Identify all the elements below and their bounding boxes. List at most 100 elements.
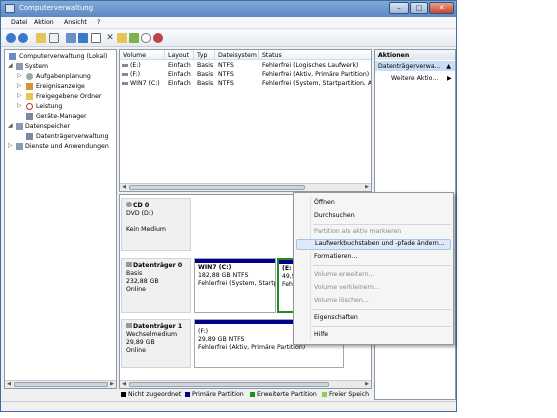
cd-drive-icon [126, 202, 132, 207]
tree-item-label: Datenspeicher [25, 123, 71, 130]
partition-name: WIN7 (C:) [198, 264, 232, 271]
disk-label[interactable]: Datenträger 0 Basis 232,88 GB Online [121, 258, 191, 313]
disk-icon [126, 262, 132, 267]
menu-item-format[interactable]: Formatieren... [314, 253, 357, 260]
scroll-thumb[interactable] [14, 382, 108, 387]
search-icon[interactable] [141, 33, 151, 43]
tree-horizontal-scrollbar[interactable]: ◀ ▶ [5, 380, 116, 388]
menu-item-delete-volume[interactable]: Volume löschen... [314, 297, 369, 304]
drive-icon [122, 82, 128, 85]
collapse-icon[interactable]: ◢ [8, 122, 13, 129]
scroll-thumb[interactable] [129, 382, 329, 387]
menu-action[interactable]: Aktion [34, 19, 54, 26]
menu-item-help[interactable]: Hilfe [314, 331, 328, 338]
scroll-left-icon[interactable]: ◀ [5, 381, 13, 388]
forward-arrow-icon[interactable] [18, 33, 28, 43]
tree-item-label: Dienste und Anwendungen [25, 143, 109, 150]
title-bar[interactable]: Computerverwaltung – □ ✕ [1, 1, 456, 17]
more-actions-label: Weitere Aktio... [391, 75, 439, 82]
tree-item-label: Leistung [36, 103, 63, 110]
menu-item-properties[interactable]: Eigenschaften [314, 314, 358, 321]
actions-section-disk-management[interactable]: Datenträgerverwa... ▲ [375, 61, 455, 71]
manage-icon[interactable] [153, 33, 163, 43]
partition-status: Fehlerfrei (Aktiv, Primäre Partition) [198, 344, 306, 351]
disk-label[interactable]: CD 0 DVD (D:) Kein Medium [121, 198, 191, 251]
actions-section-label: Datenträgerverwa... [378, 63, 441, 70]
removable-disk-icon [126, 323, 132, 328]
legend-swatch [121, 392, 126, 397]
menu-item-shrink-volume[interactable]: Volume verkleinern... [314, 284, 380, 291]
context-menu: Öffnen Durchsuchen Partition als aktiv m… [293, 192, 454, 345]
legend-label: Primäre Partition [192, 391, 244, 398]
up-folder-icon[interactable] [36, 33, 46, 43]
scroll-thumb[interactable] [129, 185, 305, 190]
scroll-right-icon[interactable]: ▶ [363, 381, 371, 388]
menu-separator [313, 309, 451, 310]
menu-item-open[interactable]: Öffnen [314, 199, 335, 206]
menu-file[interactable]: Datei [11, 19, 28, 26]
volume-name: (F:) [130, 71, 140, 78]
partition-c[interactable]: WIN7 (C:) 182,88 GB NTFS Fehlerfrei (Sys… [194, 258, 276, 313]
tree-item-label: Aufgabenplanung [36, 73, 91, 80]
disk-label[interactable]: Datenträger 1 Wechselmedium 29,89 GB Onl… [121, 319, 191, 368]
disk-status: Kein Medium [126, 226, 166, 233]
legend-swatch [185, 392, 190, 397]
disk-map-horizontal-scrollbar[interactable]: ◀ ▶ [120, 380, 371, 388]
shared-folder-icon [26, 93, 33, 100]
volume-filesystem: NTFS [218, 71, 234, 78]
expand-icon[interactable]: ▷ [17, 82, 22, 89]
volume-list-horizontal-scrollbar[interactable]: ◀ ▶ [120, 183, 371, 191]
partition-size: 182,88 GB NTFS [198, 272, 249, 279]
menu-view[interactable]: Ansicht [64, 19, 87, 26]
column-header-type[interactable]: Typ [194, 50, 215, 60]
minimize-button[interactable]: – [389, 2, 409, 14]
scroll-right-icon[interactable]: ▶ [363, 184, 371, 191]
clock-icon [26, 73, 33, 80]
scroll-left-icon[interactable]: ◀ [120, 184, 128, 191]
menu-item-extend-volume[interactable]: Volume erweitern... [314, 271, 374, 278]
scroll-left-icon[interactable]: ◀ [120, 381, 128, 388]
column-header-filesystem[interactable]: Dateisystem [215, 50, 259, 60]
partition-type-bar [195, 259, 275, 263]
menu-item-explore[interactable]: Durchsuchen [314, 212, 355, 219]
toolbar: ✕ [1, 30, 456, 47]
drive-icon [122, 64, 128, 67]
volume-type: Basis [197, 80, 214, 87]
open-folder-icon[interactable] [117, 33, 127, 43]
scroll-right-icon[interactable]: ▶ [108, 381, 116, 388]
collapse-icon[interactable]: ◢ [8, 62, 13, 69]
expand-icon[interactable]: ▷ [17, 92, 22, 99]
volume-filesystem: NTFS [218, 62, 234, 69]
column-header-layout[interactable]: Layout [165, 50, 194, 60]
check-icon[interactable] [129, 33, 139, 43]
navigation-tree: Computerverwaltung (Lokal) ◢ System ▷ Au… [4, 49, 117, 389]
help-icon[interactable] [78, 33, 88, 43]
column-header-volume[interactable]: Volume [120, 50, 165, 60]
maximize-button[interactable]: □ [410, 2, 428, 14]
column-header-status[interactable]: Status [259, 50, 371, 60]
show-tree-icon[interactable] [49, 33, 59, 43]
volume-status: Fehlerfrei (Logisches Laufwerk) [262, 62, 359, 69]
properties-icon[interactable] [66, 33, 76, 43]
help-book-icon[interactable] [91, 33, 101, 43]
more-actions-item[interactable]: Weitere Aktio... ▶ [391, 75, 453, 82]
expand-icon[interactable]: ▷ [17, 72, 22, 79]
storage-icon [16, 123, 23, 130]
volume-name: WIN7 (C:) [130, 80, 160, 87]
close-button[interactable]: ✕ [429, 2, 454, 14]
menu-help[interactable]: ? [97, 19, 100, 26]
volume-filesystem: NTFS [218, 80, 234, 87]
tree-item-label: System [25, 63, 49, 70]
expand-icon[interactable]: ▷ [17, 102, 22, 109]
expand-icon[interactable]: ▷ [8, 142, 13, 149]
partition-legend: Nicht zugeordnet Primäre Partition Erwei… [119, 390, 372, 400]
back-arrow-icon[interactable] [6, 33, 16, 43]
delete-icon[interactable]: ✕ [105, 33, 115, 43]
menu-item-change-drive-letter[interactable]: Laufwerkbuchstaben und -pfade ändern... [296, 239, 451, 250]
disk-type: DVD (D:) [126, 210, 154, 217]
menu-item-mark-active[interactable]: Partition als aktiv markieren [314, 228, 401, 235]
tree-item-label: Ereignisanzeige [36, 83, 85, 90]
legend-swatch [250, 392, 255, 397]
collapse-up-icon[interactable]: ▲ [446, 63, 451, 70]
partition-status: Fehlerfrei (System, Startp [198, 280, 276, 287]
